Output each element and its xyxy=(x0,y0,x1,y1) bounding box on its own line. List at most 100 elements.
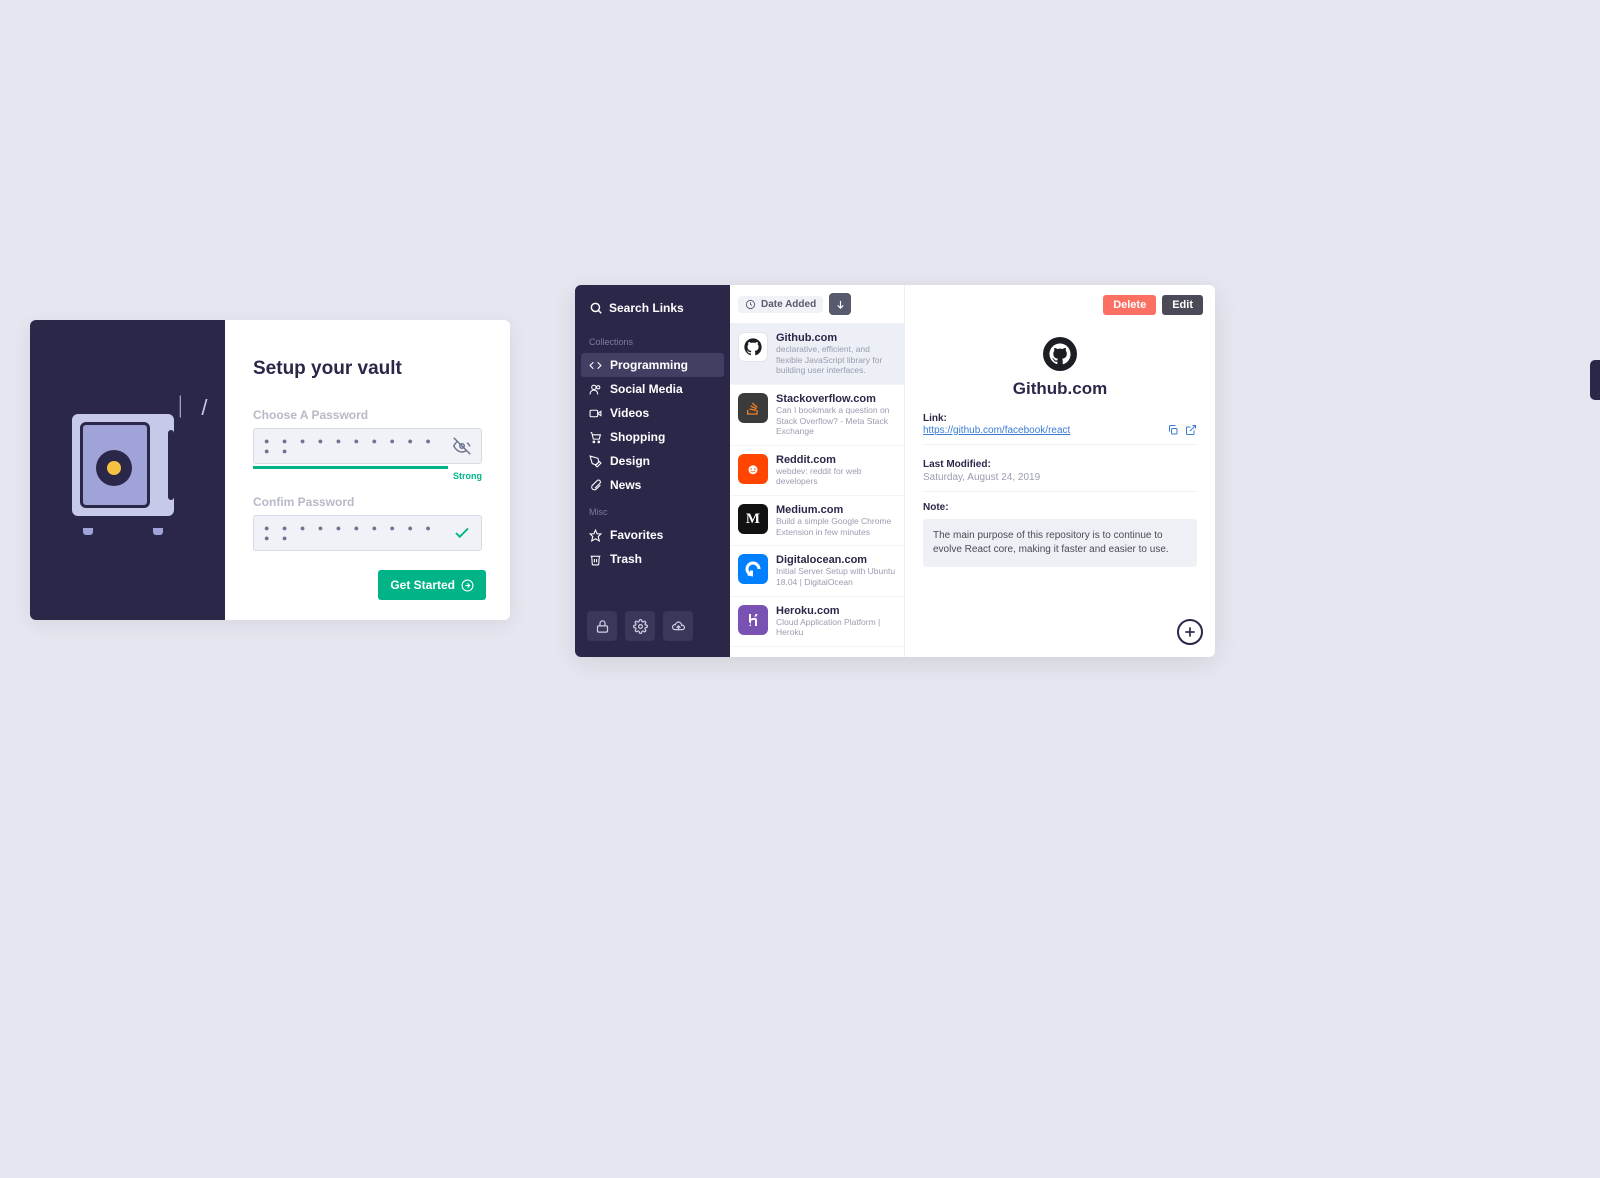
link-entry-sub: webdev: reddit for web developers xyxy=(776,466,896,487)
heroku-icon xyxy=(738,605,768,635)
sidebar-item-shopping[interactable]: Shopping xyxy=(575,425,730,449)
vault-setup-card: ｜ / Setup your vault Choose A Password ●… xyxy=(30,320,510,620)
clock-icon xyxy=(745,299,756,310)
link-entry-sub: declarative, efficient, and flexible Jav… xyxy=(776,344,896,376)
link-entry-sub: Can I bookmark a question on Stack Overf… xyxy=(776,405,896,437)
sidebar-item-videos[interactable]: Videos xyxy=(575,401,730,425)
get-started-button[interactable]: Get Started xyxy=(378,570,486,600)
medium-icon: M xyxy=(738,504,768,534)
paperclip-icon xyxy=(589,479,602,492)
external-link-icon[interactable] xyxy=(1185,424,1197,436)
link-entry-heroku[interactable]: Heroku.com Cloud Application Platform | … xyxy=(730,597,904,647)
sort-label: Date Added xyxy=(761,299,816,310)
vault-illustration-panel: ｜ / xyxy=(30,320,225,620)
github-icon xyxy=(738,332,768,362)
confirm-password-value: ● ● ● ● ● ● ● ● ● ● ● ● xyxy=(264,523,453,543)
password-value: ● ● ● ● ● ● ● ● ● ● ● ● xyxy=(264,436,453,456)
search-placeholder: Search Links xyxy=(609,301,684,315)
cloud-sync-button[interactable] xyxy=(663,611,693,641)
link-entry-title: Medium.com xyxy=(776,504,896,516)
search-icon xyxy=(589,301,603,315)
vault-form-panel: Setup your vault Choose A Password ● ● ●… xyxy=(225,320,510,620)
detail-modified-field: Last Modified: Saturday, August 24, 2019 xyxy=(923,459,1197,492)
password-input[interactable]: ● ● ● ● ● ● ● ● ● ● ● ● xyxy=(253,428,482,464)
sidebar-item-label: News xyxy=(610,478,641,492)
detail-modified-label: Last Modified: xyxy=(923,459,1197,470)
cart-icon xyxy=(589,431,602,444)
link-entry-sub: Initial Server Setup with Ubuntu 18.04 |… xyxy=(776,566,896,587)
password-strength-bar xyxy=(253,466,448,469)
detail-title: Github.com xyxy=(923,379,1197,399)
link-entry-title: Reddit.com xyxy=(776,454,896,466)
arrow-right-circle-icon xyxy=(461,579,474,592)
pen-icon xyxy=(589,455,602,468)
password-field: Choose A Password ● ● ● ● ● ● ● ● ● ● ● … xyxy=(253,408,482,481)
sidebar-item-social-media[interactable]: Social Media xyxy=(575,377,730,401)
detail-modified-value: Saturday, August 24, 2019 xyxy=(923,472,1197,483)
add-link-button[interactable] xyxy=(1177,619,1203,645)
sort-bar: Date Added xyxy=(730,285,904,324)
users-icon xyxy=(589,383,602,396)
sort-direction-button[interactable] xyxy=(829,293,851,315)
sidebar-item-label: Trash xyxy=(610,552,642,566)
edit-button[interactable]: Edit xyxy=(1162,295,1203,315)
link-entry-medium[interactable]: M Medium.com Build a simple Google Chrom… xyxy=(730,496,904,546)
sidebar-item-news[interactable]: News xyxy=(575,473,730,497)
misc-section-label: Misc xyxy=(575,497,730,523)
collections-section-label: Collections xyxy=(575,327,730,353)
trash-icon xyxy=(589,553,602,566)
safe-illustration: ｜ / xyxy=(68,410,188,530)
stackoverflow-icon xyxy=(738,393,768,423)
settings-button[interactable] xyxy=(625,611,655,641)
digitalocean-icon xyxy=(738,554,768,584)
confirm-password-field: Confim Password ● ● ● ● ● ● ● ● ● ● ● ● xyxy=(253,495,482,551)
links-manager-card: Search Links Collections Programming Soc… xyxy=(575,285,1215,657)
detail-note-field: Note: The main purpose of this repositor… xyxy=(923,502,1197,567)
sidebar-item-label: Favorites xyxy=(610,528,663,542)
copy-icon[interactable] xyxy=(1167,424,1179,436)
detail-link-value[interactable]: https://github.com/facebook/react xyxy=(923,425,1070,436)
link-detail-panel: Delete Edit Github.com Link: https://git… xyxy=(905,285,1215,657)
detail-link-field: Link: https://github.com/facebook/react xyxy=(923,413,1197,445)
link-entry-sub: Cloud Application Platform | Heroku xyxy=(776,617,896,638)
link-entry-title: Github.com xyxy=(776,332,896,344)
link-entry-github[interactable]: Github.com declarative, efficient, and f… xyxy=(730,324,904,385)
link-entry-title: Digitalocean.com xyxy=(776,554,896,566)
password-strength-text: Strong xyxy=(253,471,482,481)
links-list-panel: Date Added Github.com declarative, effic… xyxy=(730,285,905,657)
sort-dropdown[interactable]: Date Added xyxy=(738,296,823,313)
eye-off-icon[interactable] xyxy=(453,437,471,455)
confirm-password-label: Confim Password xyxy=(253,495,482,509)
confirm-password-input[interactable]: ● ● ● ● ● ● ● ● ● ● ● ● xyxy=(253,515,482,551)
sidebar-item-label: Shopping xyxy=(610,430,665,444)
next-card-peek xyxy=(1590,360,1600,400)
link-entry-title: Heroku.com xyxy=(776,605,896,617)
link-entry-sub: Build a simple Google Chrome Extension i… xyxy=(776,516,896,537)
lock-button[interactable] xyxy=(587,611,617,641)
sidebar-item-favorites[interactable]: Favorites xyxy=(575,523,730,547)
link-entry-stackoverflow[interactable]: Stackoverflow.com Can I bookmark a quest… xyxy=(730,385,904,446)
password-label: Choose A Password xyxy=(253,408,482,422)
sidebar-item-programming[interactable]: Programming xyxy=(581,353,724,377)
star-icon xyxy=(589,529,602,542)
sidebar-item-trash[interactable]: Trash xyxy=(575,547,730,571)
vault-title: Setup your vault xyxy=(253,358,482,380)
detail-header: Github.com xyxy=(923,337,1197,399)
detail-note-label: Note: xyxy=(923,502,1197,513)
sidebar-item-label: Videos xyxy=(610,406,649,420)
get-started-label: Get Started xyxy=(390,578,455,592)
link-entry-reddit[interactable]: Reddit.com webdev: reddit for web develo… xyxy=(730,446,904,496)
github-logo-icon xyxy=(1043,337,1077,371)
video-icon xyxy=(589,407,602,420)
search-links[interactable]: Search Links xyxy=(575,295,730,327)
sidebar-item-label: Social Media xyxy=(610,382,683,396)
delete-button[interactable]: Delete xyxy=(1103,295,1156,315)
sidebar-item-design[interactable]: Design xyxy=(575,449,730,473)
check-icon xyxy=(453,524,471,542)
detail-link-label: Link: xyxy=(923,413,1197,424)
link-entry-digitalocean[interactable]: Digitalocean.com Initial Server Setup wi… xyxy=(730,546,904,596)
sidebar-item-label: Design xyxy=(610,454,650,468)
detail-note-value: The main purpose of this repository is t… xyxy=(923,519,1197,567)
sidebar-bottom-actions xyxy=(575,611,730,647)
link-entry-title: Stackoverflow.com xyxy=(776,393,896,405)
